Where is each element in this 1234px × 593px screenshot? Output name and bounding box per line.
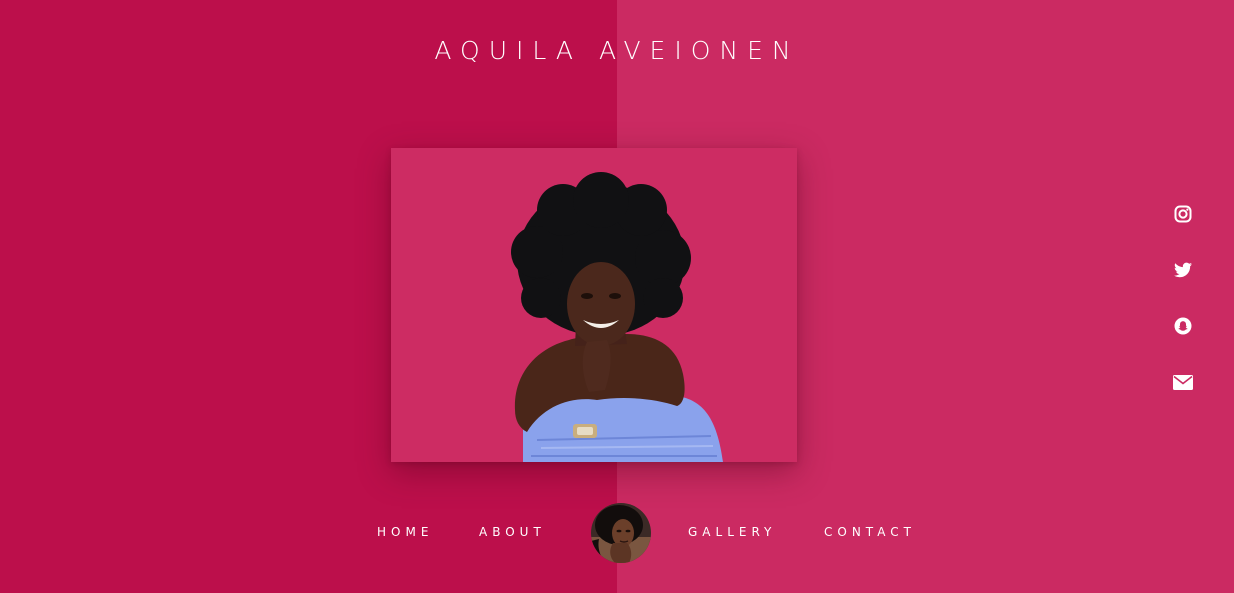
twitter-icon xyxy=(1174,262,1192,278)
instagram-icon xyxy=(1174,205,1192,223)
page: AQUILA AVEIONEN HOME ABOUT GALLERY CONTA… xyxy=(0,0,1234,593)
avatar-image xyxy=(591,503,651,563)
hero-portrait-image xyxy=(391,148,797,462)
nav-about[interactable]: ABOUT xyxy=(479,525,546,539)
main-navigation: HOME ABOUT GALLERY CONTACT xyxy=(0,500,1234,566)
twitter-link[interactable] xyxy=(1169,256,1197,284)
snapchat-icon xyxy=(1174,317,1192,335)
instagram-link[interactable] xyxy=(1169,200,1197,228)
email-link[interactable] xyxy=(1169,368,1197,396)
nav-avatar[interactable] xyxy=(591,503,651,563)
email-icon xyxy=(1173,374,1193,390)
hero-photo xyxy=(391,148,797,462)
nav-home[interactable]: HOME xyxy=(377,525,433,539)
nav-contact[interactable]: CONTACT xyxy=(824,525,916,539)
nav-gallery[interactable]: GALLERY xyxy=(688,525,776,539)
snapchat-link[interactable] xyxy=(1169,312,1197,340)
site-title: AQUILA AVEIONEN xyxy=(434,36,800,65)
